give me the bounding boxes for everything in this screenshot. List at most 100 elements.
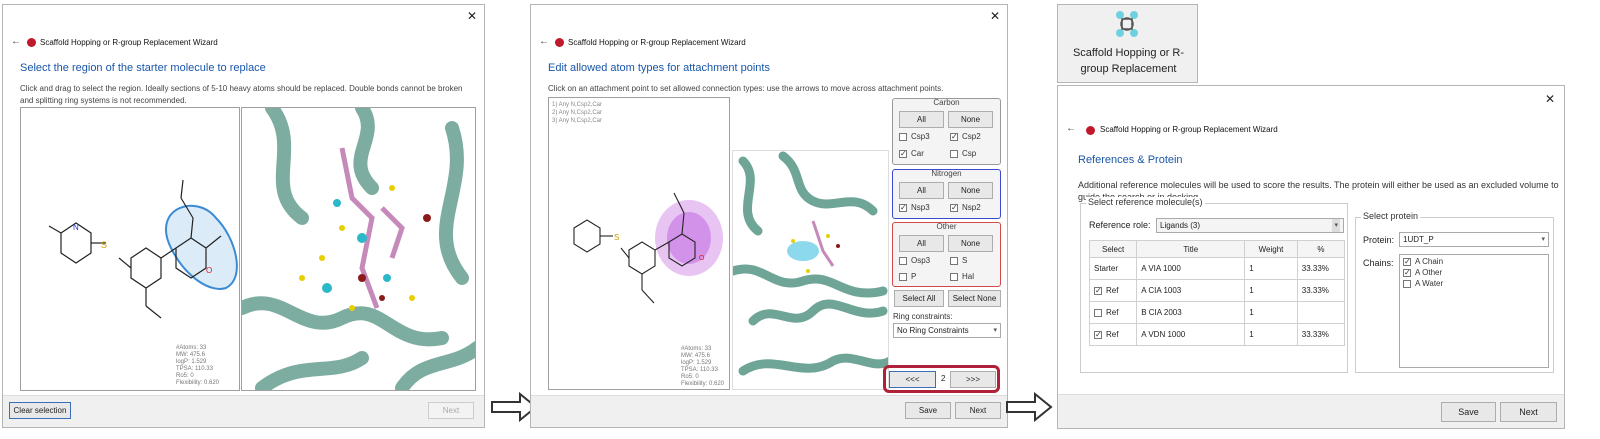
checkbox-label: Car: [911, 149, 924, 158]
checkbox-label: A Water: [1415, 279, 1444, 288]
row-weight[interactable]: 1: [1244, 323, 1298, 346]
molecule-2d-panel[interactable]: 1) Any N,Csp2,Car 2) Any N,Csp2,Car 3) A…: [548, 97, 730, 390]
back-arrow-icon[interactable]: ←: [539, 36, 549, 47]
next-button[interactable]: Next: [1500, 402, 1557, 422]
csp-checkbox[interactable]: Csp: [950, 149, 976, 158]
previous-attachment-button[interactable]: <<<: [889, 371, 936, 388]
page-heading: Edit allowed atom types for attachment p…: [548, 62, 770, 74]
column-header-percent[interactable]: %: [1296, 240, 1346, 258]
table-row[interactable]: Ref B CIA 2003 1: [1088, 301, 1346, 324]
p-checkbox[interactable]: P: [899, 272, 916, 281]
carbon-all-button[interactable]: All: [899, 111, 944, 128]
table-row[interactable]: Starter A VIA 1000 1 33.33%: [1088, 257, 1346, 280]
checkbox-box[interactable]: ✓: [950, 132, 958, 141]
prop-mw: MW: 475.6: [176, 352, 205, 358]
row-select-label: Ref: [1106, 330, 1119, 339]
next-button[interactable]: Next: [428, 402, 474, 419]
select-none-button[interactable]: Select None: [948, 290, 1001, 307]
protein-select[interactable]: 1UDT_P ▾: [1399, 232, 1549, 247]
other-none-button[interactable]: None: [948, 235, 993, 252]
checkbox-box[interactable]: [950, 256, 958, 265]
checkbox-box[interactable]: [899, 256, 907, 265]
row-weight[interactable]: 1: [1244, 257, 1298, 280]
molecule-2d-panel[interactable]: S O N #Atoms: 33 MW: 475.6 logP: 1.529 T…: [20, 107, 240, 391]
nitrogen-all-button[interactable]: All: [899, 182, 944, 199]
row-weight[interactable]: 1: [1244, 301, 1298, 324]
chain-a-checkbox[interactable]: ✓ A Chain: [1403, 257, 1443, 266]
checkbox-box[interactable]: [899, 272, 907, 281]
chevron-down-icon: ▾: [1332, 219, 1340, 232]
protein-3d-view[interactable]: [241, 107, 476, 391]
nsp2-checkbox[interactable]: ✓ Nsp2: [950, 203, 981, 212]
app-logo-icon: [1086, 126, 1095, 135]
row-weight[interactable]: 1: [1244, 279, 1298, 302]
table-row[interactable]: ✓ Ref A CIA 1003 1 33.33%: [1088, 279, 1346, 302]
prop-logp: logP: 1.529: [681, 360, 712, 366]
nsp3-checkbox[interactable]: ✓ Nsp3: [899, 203, 930, 212]
car-checkbox[interactable]: ✓ Car: [899, 149, 924, 158]
checkbox-box[interactable]: [1403, 279, 1411, 288]
table-row[interactable]: ✓ Ref A VDN 1000 1 33.33%: [1088, 323, 1346, 346]
ring-constraints-select[interactable]: No Ring Constraints ▾: [893, 323, 1001, 338]
select-all-button[interactable]: Select All: [894, 290, 944, 307]
csp2-checkbox[interactable]: ✓ Csp2: [950, 132, 981, 141]
ref-checkbox[interactable]: ✓: [1094, 330, 1106, 339]
checkbox-box[interactable]: [950, 272, 958, 281]
checkbox-box[interactable]: [899, 132, 907, 141]
prop-tpsa: TPSA: 110.33: [681, 367, 718, 373]
checkbox-box[interactable]: ✓: [950, 203, 958, 212]
clear-selection-button[interactable]: Clear selection: [9, 402, 71, 419]
carbon-none-button[interactable]: None: [948, 111, 993, 128]
chain-other-checkbox[interactable]: ✓ A Other: [1403, 268, 1442, 277]
nitrogen-none-button[interactable]: None: [948, 182, 993, 199]
checkbox-box[interactable]: ✓: [1094, 330, 1102, 339]
svg-text:N: N: [73, 223, 79, 232]
checkbox-box[interactable]: ✓: [1403, 268, 1411, 277]
checkbox-box[interactable]: ✓: [1094, 286, 1102, 295]
save-button[interactable]: Save: [905, 402, 951, 419]
checkbox-box[interactable]: ✓: [899, 203, 907, 212]
row-title: B CIA 2003: [1136, 301, 1246, 324]
ring-constraints-value: No Ring Constraints: [897, 326, 969, 335]
checkbox-box[interactable]: ✓: [899, 149, 907, 158]
csp3-checkbox[interactable]: Csp3: [899, 132, 930, 141]
chain-water-checkbox[interactable]: A Water: [1403, 279, 1443, 288]
molecule-properties: #Atoms: 33 MW: 475.6 logP: 1.529 TPSA: 1…: [681, 346, 724, 388]
carbon-group: Carbon All None Csp3 ✓ Csp2 ✓ Car Csp: [892, 98, 1001, 165]
ref-checkbox[interactable]: [1094, 308, 1106, 317]
close-icon[interactable]: ✕: [989, 10, 1001, 22]
save-button[interactable]: Save: [1441, 402, 1496, 422]
prop-flexibility: Flexibility: 0.620: [176, 380, 220, 386]
s-checkbox[interactable]: S: [950, 256, 967, 265]
reference-role-label: Reference role:: [1089, 220, 1151, 230]
back-arrow-icon[interactable]: ←: [11, 36, 21, 47]
other-all-button[interactable]: All: [899, 235, 944, 252]
column-header-title[interactable]: Title: [1136, 240, 1246, 258]
row-title: A CIA 1003: [1136, 279, 1246, 302]
ref-checkbox[interactable]: ✓: [1094, 286, 1106, 295]
next-attachment-button[interactable]: >>>: [950, 371, 996, 388]
carbon-group-title: Carbon: [933, 98, 960, 107]
column-header-select[interactable]: Select: [1088, 240, 1138, 258]
molecule-properties: #Atoms: 33 MW: 475.6 logP: 1.529 TPSA: 1…: [176, 345, 219, 387]
osp3-checkbox[interactable]: Osp3: [899, 256, 930, 265]
reference-role-select[interactable]: Ligands (3) ▾: [1156, 218, 1344, 233]
back-arrow-icon[interactable]: ←: [1066, 123, 1076, 134]
wizard-title: Scaffold Hopping or R-group Replacement …: [568, 38, 746, 47]
checkbox-box[interactable]: ✓: [1403, 257, 1411, 266]
wizard-window-step2: ✕ ← Scaffold Hopping or R-group Replacem…: [530, 4, 1008, 428]
ring-constraints-label: Ring constraints:: [893, 312, 953, 321]
row-percent: 33.33%: [1296, 279, 1346, 302]
close-icon[interactable]: ✕: [466, 10, 478, 22]
scaffold-hopping-tool-button[interactable]: Scaffold Hopping or R-group Replacement: [1057, 4, 1198, 83]
hal-checkbox[interactable]: Hal: [950, 272, 974, 281]
next-button[interactable]: Next: [955, 402, 1001, 419]
checkbox-label: Osp3: [911, 256, 931, 265]
checkbox-box[interactable]: [950, 149, 958, 158]
column-header-weight[interactable]: Weight: [1244, 240, 1298, 258]
row-select-cell: Starter: [1088, 257, 1138, 280]
checkbox-box[interactable]: [1094, 308, 1102, 317]
tool-button-label: Scaffold Hopping or R-group Replacement: [1072, 47, 1185, 75]
close-icon[interactable]: ✕: [1544, 93, 1556, 105]
protein-3d-view[interactable]: [732, 150, 889, 390]
